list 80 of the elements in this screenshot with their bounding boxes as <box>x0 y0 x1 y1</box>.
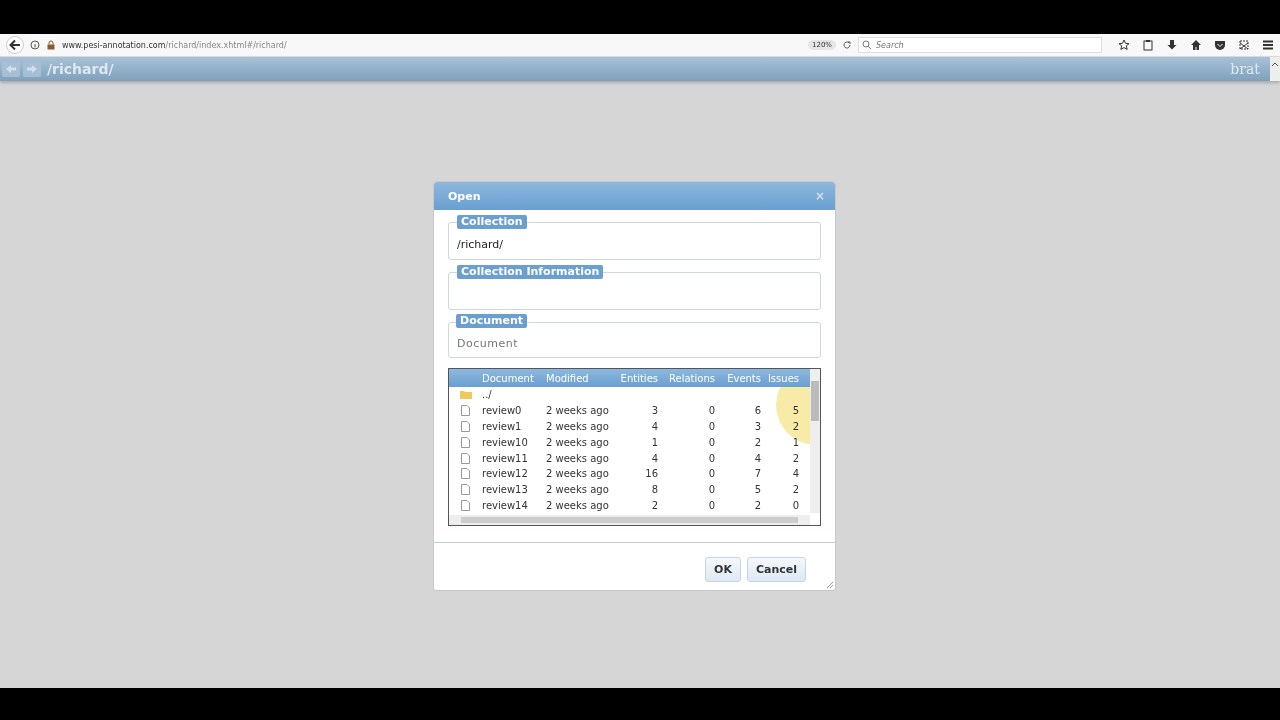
table-cell-text: 4 <box>650 421 658 432</box>
table-cell-text: 7 <box>753 468 761 480</box>
url-field[interactable]: www.pesi-annotation.com/richard/index.xhtml#/richard/ <box>61 40 802 50</box>
table-cell-text: 1 <box>650 436 658 448</box>
fieldset-legend: Document <box>456 314 528 328</box>
collection-value: /richard/ <box>457 237 504 251</box>
menu-icon[interactable] <box>1262 39 1274 51</box>
table-cell-text: 2 weeks ago <box>546 405 610 417</box>
table-cell-text: 2 <box>791 452 799 464</box>
arrow-right-icon <box>26 64 38 74</box>
file-icon <box>461 484 470 496</box>
info-icon[interactable] <box>29 40 40 50</box>
scroll-up-icon[interactable] <box>1270 57 1280 81</box>
resize-grip-icon[interactable] <box>826 581 834 589</box>
table-cell-text: 2 weeks ago <box>546 436 610 448</box>
table-cell[interactable]: review12 <box>482 468 546 480</box>
table-cell-text: 6 <box>753 405 761 417</box>
pocket-icon[interactable] <box>1214 39 1226 51</box>
horizontal-scrollbar[interactable] <box>449 515 810 525</box>
table-cell-text: 0 <box>707 452 715 464</box>
table-cell[interactable]: review13 <box>482 484 546 496</box>
table-cell-text: 8 <box>650 484 658 496</box>
search-field[interactable]: Search <box>858 37 1102 53</box>
table-cell-text: 2 <box>753 436 761 448</box>
table-cell[interactable]: review11 <box>482 452 546 464</box>
table-cell[interactable]: review10 <box>482 436 546 448</box>
fieldset-legend: Collection <box>457 215 527 229</box>
collection-path: /richard/ <box>47 61 114 77</box>
table-cell-text: 0 <box>707 499 715 511</box>
table-cell-text: 5 <box>791 405 799 417</box>
file-icon <box>461 436 470 448</box>
table-cell-text: 3 <box>753 421 761 432</box>
file-icon <box>461 405 470 417</box>
table-cell-text: 2 weeks ago <box>546 468 610 480</box>
cancel-button[interactable]: Cancel <box>746 557 806 582</box>
table-cell-text: 0 <box>707 405 715 417</box>
table-cell-text: 2 <box>791 421 799 432</box>
table-cell-text: 16 <box>644 468 658 480</box>
arrow-left-icon <box>5 64 17 74</box>
table-cell-text: 0 <box>707 484 715 496</box>
download-icon[interactable] <box>1166 39 1178 51</box>
table-cell-text: 3 <box>650 405 658 417</box>
back-icon[interactable] <box>6 36 24 54</box>
search-icon <box>862 40 872 50</box>
table-cell[interactable]: ../ <box>482 389 546 401</box>
folder-icon <box>459 390 472 400</box>
reload-icon[interactable] <box>842 40 852 50</box>
table-cell-text: 0 <box>707 421 715 432</box>
table-cell-text: 2 <box>650 499 658 511</box>
dialog-title: Open <box>448 189 481 203</box>
table-cell-text: 0 <box>707 436 715 448</box>
table-cell-text: 0 <box>791 499 799 511</box>
fieldset-legend: Collection Information <box>457 265 604 279</box>
file-icon <box>461 421 470 432</box>
table-cell-text: 4 <box>753 452 761 464</box>
table-cell-text: 1 <box>791 436 799 448</box>
file-icon <box>461 499 470 511</box>
table-cell-text: 4 <box>650 452 658 464</box>
table-cell[interactable]: review14 <box>482 499 546 511</box>
ok-button[interactable]: OK <box>705 557 741 582</box>
table-cell-text: 2 weeks ago <box>546 421 610 432</box>
file-icon <box>461 468 470 480</box>
table-cell-text: 5 <box>753 484 761 496</box>
table-cell-text: 2 weeks ago <box>546 484 610 496</box>
table-cell-text: 0 <box>707 468 715 480</box>
screenshot-icon[interactable] <box>1238 39 1250 51</box>
table-cell-text: 4 <box>791 468 799 480</box>
table-cell[interactable]: review1 <box>482 421 546 432</box>
table-cell-text: 2 weeks ago <box>546 499 610 511</box>
vertical-scrollbar[interactable] <box>810 369 820 513</box>
table-cell-text: 2 <box>753 499 761 511</box>
brat-logo: brat <box>1230 61 1260 77</box>
table-cell[interactable]: review0 <box>482 405 546 417</box>
table-cell-text: 2 weeks ago <box>546 452 610 464</box>
star-icon[interactable] <box>1118 39 1130 51</box>
lock-icon <box>45 40 56 50</box>
file-icon <box>461 452 470 464</box>
table-cell-text: 2 <box>791 484 799 496</box>
clipboard-icon[interactable] <box>1142 39 1154 51</box>
home-icon[interactable] <box>1190 39 1202 51</box>
